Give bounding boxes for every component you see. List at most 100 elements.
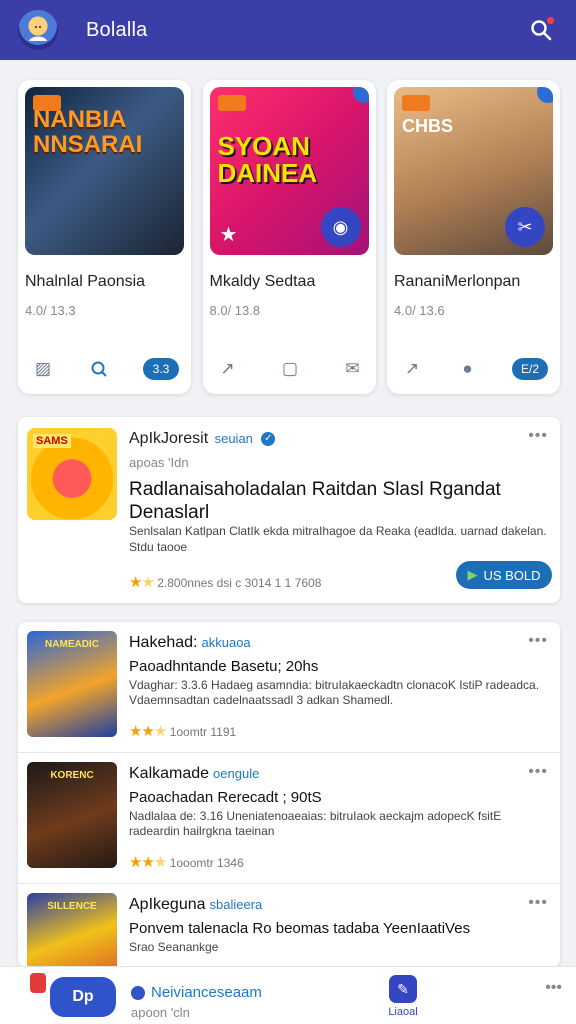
promo-thumb-label: SAMS — [33, 434, 71, 448]
list-item-tag: sbalieera — [209, 897, 263, 912]
share-icon[interactable]: ↗ — [401, 358, 423, 380]
featured-actions: ↗ ▢ ✉ — [217, 358, 364, 380]
promo-subtitle: apoas 'Idn — [129, 455, 189, 470]
featured-actions: ▨ 3.3 — [32, 358, 179, 380]
play-fab-icon[interactable]: ◉ — [320, 207, 361, 247]
thumbnail-art-text: NANBIA NNSARAI — [33, 106, 143, 159]
list-item-title-text: ApIkeguna — [129, 896, 206, 913]
developer-tag: seuian — [214, 431, 253, 446]
thumbnail-art-text: CHBS — [402, 116, 454, 136]
notification-dot — [547, 17, 554, 24]
more-options-icon[interactable]: ••• — [528, 894, 548, 912]
library-icon: ✎ — [389, 975, 417, 1003]
featured-meta: 4.0/ 13.6 — [394, 303, 445, 318]
list-item-description: Vdaghar: 3.3.6 Hadaeg asamndia: bitruIak… — [129, 678, 540, 707]
share-icon[interactable]: ↗ — [217, 358, 239, 380]
list-item-subtitle: Ponvem talenacla Ro beomas tadaba YeenIa… — [129, 920, 471, 937]
mascot-logo-icon[interactable] — [18, 10, 58, 50]
nav-item-label: Liaoal — [388, 1006, 418, 1018]
featured-title: Nhalnlal Paonsia — [25, 273, 146, 290]
verified-icon: ✓ — [261, 431, 276, 446]
featured-thumbnail: NANBIA NNSARAI — [25, 87, 184, 255]
list-item-title: ApIkeguna sbalieera — [129, 896, 262, 914]
list-item-title-text: Hakehad: — [129, 634, 198, 651]
top-app-bar: Bolalla — [0, 0, 576, 60]
mail-icon[interactable]: ✉ — [342, 358, 364, 380]
featured-card[interactable]: NANBIA NNSARAI Nhalnlal Paonsia 4.0/ 13.… — [18, 80, 191, 394]
list-item-thumb-label: KORENC — [50, 770, 94, 781]
install-button[interactable]: ▶ US BOLD — [456, 561, 552, 589]
featured-actions: ↗ ● E/2 — [401, 358, 548, 380]
featured-meta: 8.0/ 13.8 — [209, 303, 261, 318]
info-icon — [131, 986, 145, 1001]
more-options-icon[interactable]: ••• — [528, 763, 548, 781]
promo-description: Senlsalan Katlpan ClatIk ekda mitraIhago… — [129, 524, 549, 555]
list-item-title: Kalkamade oengule — [129, 765, 259, 783]
list-item-rating-text: 1oomtr 1191 — [169, 725, 237, 739]
list-item-description: Nadlalaa de: 3.16 Uneniatenoaeaias: bitr… — [129, 809, 502, 838]
list-item-thumbnail: NAMEADIC — [27, 631, 117, 737]
star-icon: ★ — [219, 224, 238, 246]
thumbnail-art-text: SYOAN DAINEA — [217, 131, 318, 189]
promo-rating: ★★ 2.800nnes dsi c 3014 1 1 7608 — [129, 573, 321, 591]
list-item[interactable]: NAMEADIC Hakehad: akkuaoa Paoadhntande Ba… — [18, 622, 560, 753]
developer-line: ApIkJoresit seuian ✓ — [129, 430, 276, 448]
app-list: NAMEADIC Hakehad: akkuaoa Paoadhntande Ba… — [18, 622, 560, 967]
corner-icon — [352, 87, 369, 103]
bottom-bar-title-text: Neivianceseaam — [151, 984, 262, 1001]
star-rating-icon: ★★★ — [129, 723, 167, 740]
image-icon[interactable]: ▨ — [32, 358, 54, 380]
promo-description-text: Senlsalan Katlpan ClatIk ekda mitraIhago… — [129, 524, 547, 538]
list-item-rating-text: 1ooomtr 1346 — [169, 856, 244, 870]
featured-card[interactable]: CHBS ✂ RananiMerlonpan 4.0/ 13.6 ↗ ● E/2 — [387, 80, 560, 394]
search-button[interactable] — [524, 13, 558, 47]
featured-card[interactable]: SYOAN DAINEA ★ ◉ Mkaldy Sedtaa 8.0/ 13.8… — [202, 80, 376, 394]
featured-thumbnail: SYOAN DAINEA ★ ◉ — [209, 87, 369, 255]
developer-name[interactable]: ApIkJoresit — [129, 430, 208, 447]
list-item-subtitle: Paoadhntande Basetu; 20hs — [129, 658, 319, 675]
featured-title: RananiMerlonpan — [394, 273, 521, 290]
comment-icon[interactable]: ● — [457, 358, 479, 380]
chat-icon[interactable]: ▢ — [279, 358, 301, 380]
corner-icon — [537, 87, 553, 103]
badge-icon — [402, 95, 430, 111]
featured-thumbnail: CHBS ✂ — [394, 87, 553, 255]
rating-pill[interactable]: E/2 — [512, 358, 548, 380]
more-options-icon[interactable]: ••• — [545, 979, 562, 997]
tools-fab-icon[interactable]: ✂ — [505, 207, 545, 247]
list-item-title: Hakehad: akkuaoa — [129, 634, 251, 652]
nav-item-library[interactable]: ✎ Liaoal — [380, 975, 426, 1018]
list-item-thumb-label: SILLENCE — [47, 901, 97, 912]
more-options-icon[interactable]: ••• — [528, 632, 548, 650]
install-button-label: US BOLD — [483, 567, 541, 583]
star-rating-icon: ★★★ — [129, 854, 167, 871]
promo-size-line: Stdu taooe — [129, 539, 188, 554]
list-item-rating: ★★★ 1ooomtr 1346 — [129, 853, 244, 871]
rating-pill[interactable]: 3.3 — [143, 358, 179, 380]
list-item-description: Srao Seanankge — [129, 940, 219, 954]
list-item-tag: oengule — [213, 766, 260, 781]
star-rating-icon: ★★ — [129, 574, 155, 591]
featured-carousel: NANBIA NNSARAI Nhalnlal Paonsia 4.0/ 13.… — [18, 80, 560, 396]
bottom-bar: Dp Neivianceseaam apoon 'cln ✎ Liaoal ••… — [0, 966, 576, 1024]
promo-rating-text: 2.800nnes dsi c 3014 1 1 7608 — [157, 576, 322, 590]
list-item-title-text: Kalkamade — [129, 765, 210, 782]
list-item[interactable]: KORENC Kalkamade oengule Paoachadan Rerec… — [18, 753, 560, 884]
search-icon[interactable] — [88, 358, 110, 380]
more-options-icon[interactable]: ••• — [528, 427, 548, 445]
promoted-app-card[interactable]: SAMS ApIkJoresit seuian ✓ apoas 'Idn Rad… — [18, 417, 560, 603]
list-item-thumbnail: KORENC — [27, 762, 117, 868]
promo-headline[interactable]: Radlanaisaholadalan Raitdan Slasl Rganda… — [129, 479, 549, 525]
app-title: Bolalla — [86, 18, 148, 41]
featured-meta: 4.0/ 13.3 — [25, 303, 76, 318]
featured-title: Mkaldy Sedtaa — [209, 273, 316, 290]
list-item-rating: ★★★ 1oomtr 1191 — [129, 722, 236, 740]
pin-icon — [30, 973, 46, 993]
badge-icon — [217, 95, 246, 111]
list-item[interactable]: SILLENCE ApIkeguna sbalieera Ponvem talen… — [18, 884, 560, 967]
bottom-bar-subtitle: apoon 'cln — [131, 1005, 190, 1020]
promo-thumbnail: SAMS — [27, 428, 117, 520]
dp-button[interactable]: Dp — [50, 977, 116, 1017]
play-store-icon: ▶ — [467, 567, 478, 582]
bottom-bar-title: Neivianceseaam — [131, 984, 262, 1001]
